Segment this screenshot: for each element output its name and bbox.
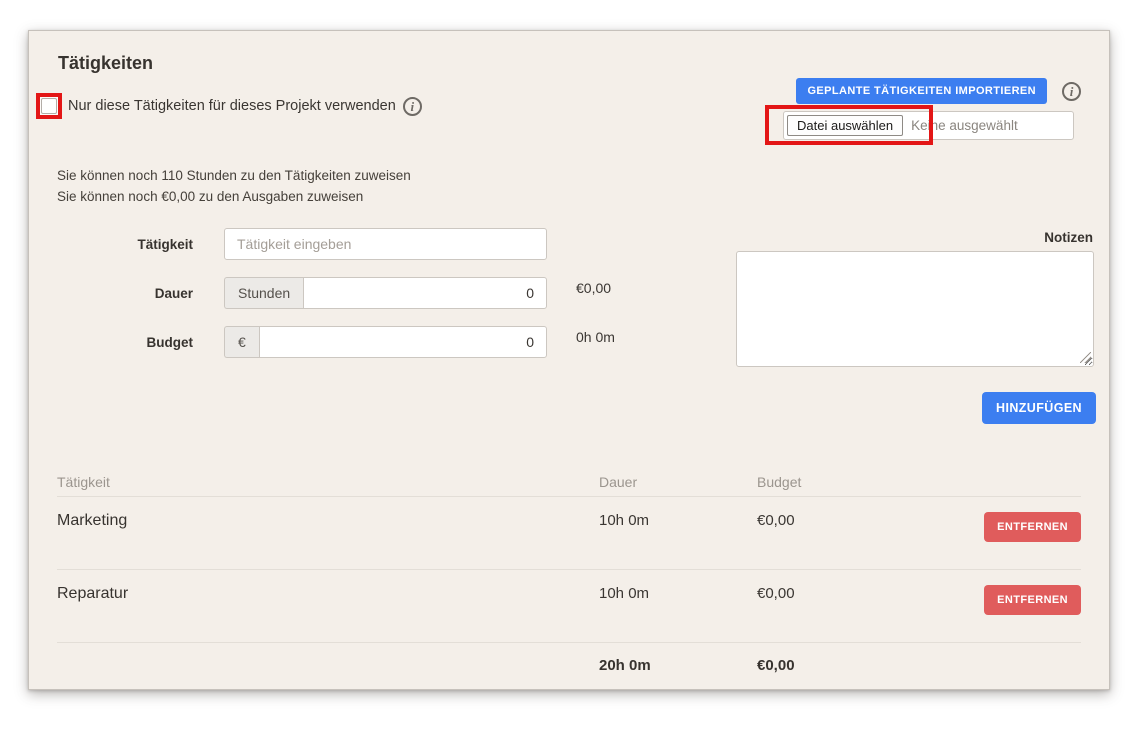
budget-input[interactable] xyxy=(259,326,547,358)
page-title: Tätigkeiten xyxy=(58,53,1081,74)
form-fields: Tätigkeit Dauer Stunden Budget € xyxy=(57,228,547,375)
import-row: GEPLANTE TÄTIGKEITEN IMPORTIEREN i xyxy=(796,78,1081,104)
remove-button[interactable]: ENTFERNEN xyxy=(984,585,1081,615)
duration-input[interactable] xyxy=(303,277,547,309)
hours-remaining-text: Sie können noch 110 Stunden zu den Tätig… xyxy=(57,165,1081,186)
only-these-activities-checkbox[interactable] xyxy=(41,98,57,114)
table-row: Marketing 10h 0m €0,00 ENTFERNEN xyxy=(57,497,1081,570)
consent-label: Nur diese Tätigkeiten für dieses Projekt… xyxy=(68,98,396,114)
currency-addon: € xyxy=(224,326,259,358)
form-previews: €0,00 0h 0m xyxy=(576,228,736,375)
import-planned-activities-button[interactable]: GEPLANTE TÄTIGKEITEN IMPORTIEREN xyxy=(796,78,1047,104)
remove-button[interactable]: ENTFERNEN xyxy=(984,512,1081,542)
budget-row: Budget € xyxy=(57,326,547,358)
add-activity-form: Tätigkeit Dauer Stunden Budget € xyxy=(57,228,1081,375)
table-header-row: Tätigkeit Dauer Budget xyxy=(57,474,1081,497)
import-column: GEPLANTE TÄTIGKEITEN IMPORTIEREN i Datei… xyxy=(783,78,1081,140)
info-icon[interactable]: i xyxy=(403,97,422,116)
duration-cell: 10h 0m xyxy=(571,585,721,602)
duration-row: Dauer Stunden xyxy=(57,277,547,309)
notes-textarea-wrap xyxy=(736,251,1094,367)
budget-label: Budget xyxy=(57,335,193,350)
budget-hours-preview: 0h 0m xyxy=(576,326,736,358)
table-row: Reparatur 10h 0m €0,00 ENTFERNEN xyxy=(57,570,1081,643)
notes-label: Notizen xyxy=(736,230,1093,245)
actions-cell: ENTFERNEN xyxy=(946,585,1081,615)
budget-field-wrap: € xyxy=(224,326,547,358)
total-budget: €0,00 xyxy=(721,657,946,674)
activity-field-wrap xyxy=(224,228,547,260)
budget-remaining-text: Sie können noch €0,00 zu den Ausgaben zu… xyxy=(57,186,1081,207)
activity-input[interactable] xyxy=(224,228,547,260)
activity-cell: Reparatur xyxy=(57,585,571,603)
add-button[interactable]: HINZUFÜGEN xyxy=(982,392,1096,424)
header-actions xyxy=(946,474,1081,490)
file-status-text: Keine ausgewählt xyxy=(911,118,1018,133)
add-button-row: HINZUFÜGEN xyxy=(57,392,1096,424)
duration-label: Dauer xyxy=(57,286,193,301)
file-upload-row: Datei auswählen Keine ausgewählt xyxy=(783,111,1074,140)
consent-row: Nur diese Tätigkeiten für dieses Projekt… xyxy=(36,93,422,119)
duration-cell: 10h 0m xyxy=(571,512,721,529)
info-icon[interactable]: i xyxy=(1062,82,1081,101)
header-duration: Dauer xyxy=(571,474,721,490)
activities-table: Tätigkeit Dauer Budget Marketing 10h 0m … xyxy=(57,474,1081,690)
activity-label: Tätigkeit xyxy=(57,237,193,252)
actions-cell: ENTFERNEN xyxy=(946,512,1081,542)
file-input[interactable]: Datei auswählen Keine ausgewählt xyxy=(783,111,1074,140)
table-total-row: 20h 0m €0,00 xyxy=(57,643,1081,690)
budget-cell: €0,00 xyxy=(721,585,946,602)
allocation-summary: Sie können noch 110 Stunden zu den Tätig… xyxy=(57,165,1081,207)
activities-panel: Tätigkeiten Nur diese Tätigkeiten für di… xyxy=(28,30,1110,690)
budget-cell: €0,00 xyxy=(721,512,946,529)
header-budget: Budget xyxy=(721,474,946,490)
activity-cell: Marketing xyxy=(57,512,571,530)
total-actions-spacer xyxy=(946,657,1081,674)
duration-unit-addon: Stunden xyxy=(224,277,303,309)
choose-file-button[interactable]: Datei auswählen xyxy=(787,115,903,136)
notes-column: Notizen xyxy=(736,228,1094,375)
duration-field-wrap: Stunden xyxy=(224,277,547,309)
duration-cost-preview: €0,00 xyxy=(576,277,736,309)
annotation-box-checkbox xyxy=(36,93,62,119)
preview-spacer xyxy=(576,228,736,260)
total-spacer xyxy=(57,657,571,674)
top-row: Nur diese Tätigkeiten für dieses Projekt… xyxy=(57,74,1081,140)
total-duration: 20h 0m xyxy=(571,657,721,674)
header-activity: Tätigkeit xyxy=(57,474,571,490)
activity-row: Tätigkeit xyxy=(57,228,547,260)
notes-textarea[interactable] xyxy=(736,251,1094,367)
